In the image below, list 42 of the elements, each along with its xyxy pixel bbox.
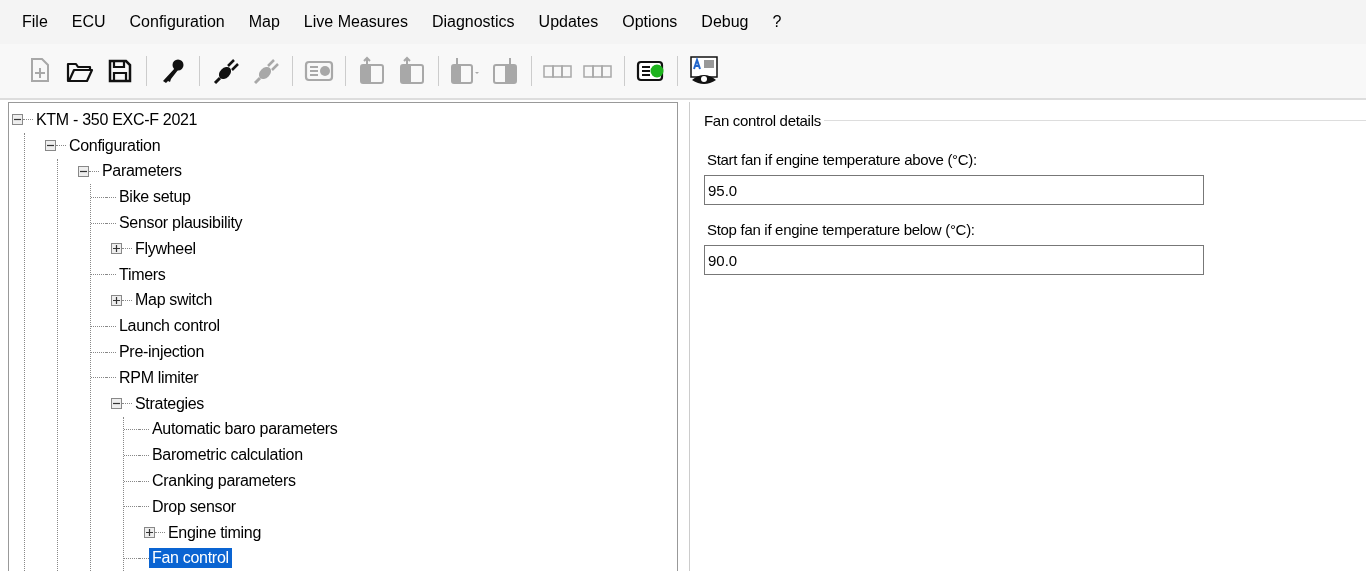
collapse-icon[interactable] — [78, 166, 89, 177]
expand-icon[interactable] — [111, 294, 122, 306]
expand-icon[interactable] — [144, 527, 155, 539]
tree-item[interactable]: KTM - 350 EXC-F 2021 — [33, 109, 201, 130]
field-label: Stop fan if engine temperature below (°C): — [707, 221, 976, 238]
menu-item[interactable]: Configuration — [117, 9, 237, 35]
collapse-icon[interactable] — [111, 398, 122, 410]
expand-icon[interactable] — [111, 243, 122, 255]
tree-item[interactable]: Strategies — [132, 393, 208, 414]
input-field[interactable]: 95.0 — [704, 175, 1204, 205]
tree-item[interactable]: Launch control — [116, 316, 223, 337]
tree-item[interactable]: Sensor plausibility — [116, 213, 246, 234]
menu-item[interactable]: Map — [236, 9, 292, 35]
tree-item[interactable]: Fan control — [149, 548, 232, 569]
tree-item[interactable]: Flywheel — [132, 238, 199, 259]
menu-item[interactable]: Updates — [526, 9, 611, 35]
menu-item[interactable]: ? — [760, 9, 794, 35]
tree-item[interactable]: Engine timing — [165, 522, 265, 543]
tree-item[interactable]: Pre-injection — [116, 342, 208, 363]
menu-item[interactable]: Options — [610, 9, 690, 35]
plug-icon[interactable] — [211, 56, 241, 86]
menu-item[interactable]: Debug — [689, 9, 761, 35]
tree-item[interactable]: Bike setup — [116, 187, 194, 208]
tree-item[interactable]: Automatic baro parameters — [149, 419, 341, 440]
tree-item[interactable]: Parameters — [99, 161, 185, 182]
menu-item[interactable]: Live Measures — [291, 9, 420, 35]
tree-item[interactable]: Configuration — [66, 135, 164, 156]
tree-item[interactable]: Map switch — [132, 290, 216, 311]
input-field[interactable]: 90.0 — [704, 245, 1204, 275]
collapse-icon[interactable] — [12, 114, 23, 126]
tree-item[interactable]: Cranking parameters — [149, 471, 299, 492]
tree-item[interactable]: Timers — [116, 264, 169, 285]
tree-item[interactable]: RPM limiter — [116, 367, 202, 388]
field-label: Start fan if engine temperature above (°C): — [707, 151, 978, 168]
group-title: Fan control details — [703, 112, 822, 129]
menu-item[interactable]: File — [10, 9, 60, 35]
tree-item[interactable]: Barometric calculation — [149, 445, 306, 466]
collapse-icon[interactable] — [45, 140, 56, 152]
menu-item[interactable]: ECU — [59, 9, 118, 35]
tree-item[interactable]: Drop sensor — [149, 496, 239, 517]
eye-preview-icon[interactable] — [689, 56, 719, 86]
menu-item[interactable]: Diagnostics — [419, 9, 527, 35]
